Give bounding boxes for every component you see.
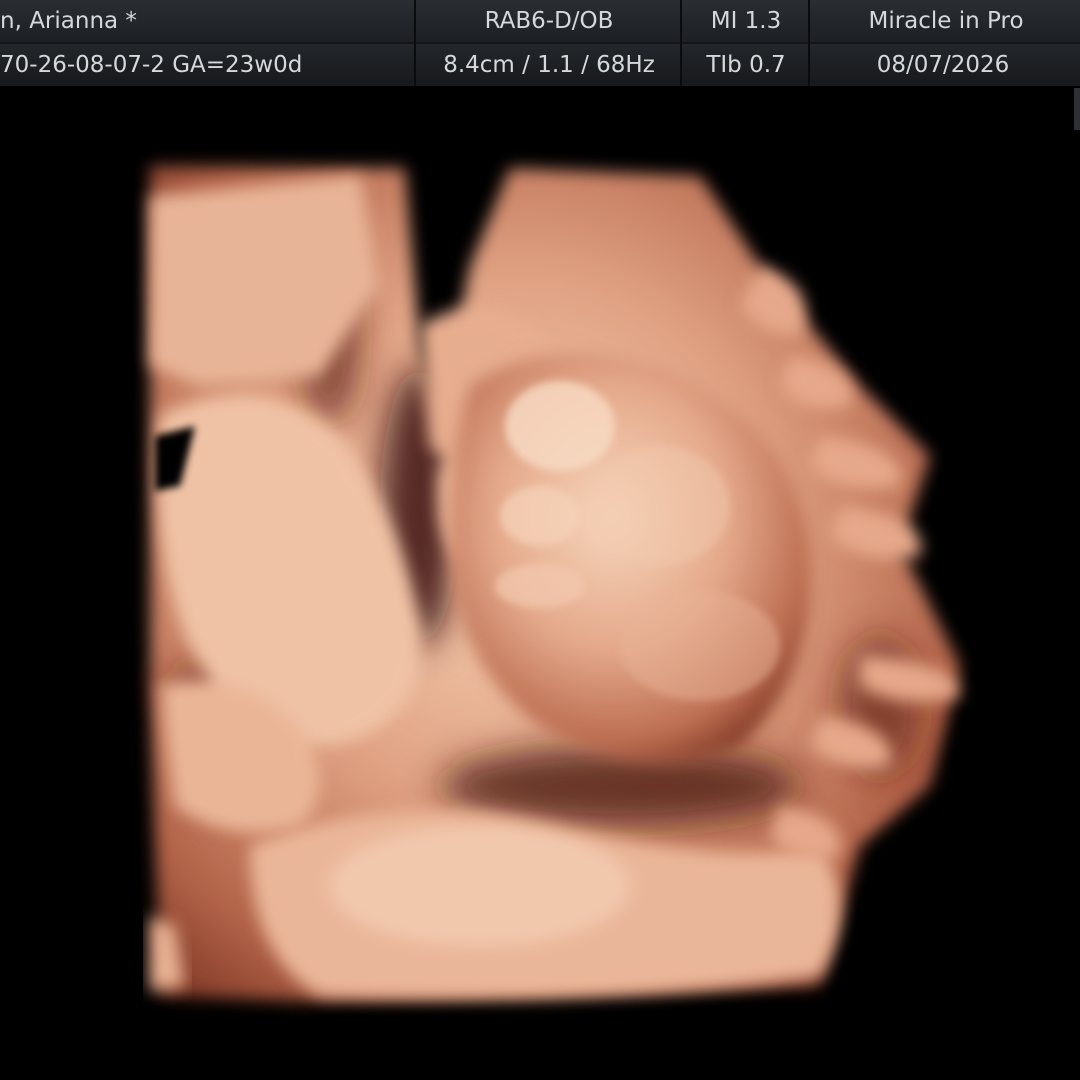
header-divider: [808, 0, 810, 86]
institution-name: Miracle in Pro: [868, 8, 1024, 34]
probe-preset: RAB6-D/OB: [484, 8, 614, 34]
3d-render-viewport: [0, 86, 1080, 1080]
ultrasound-screen: n, Arianna * RAB6-D/OB MI 1.3 Miracle in…: [0, 0, 1080, 1080]
header-row-bottom: 70-26-08-07-2 GA=23w0d 8.4cm / 1.1 / 68H…: [0, 44, 1080, 130]
thermal-index-bone: TIb 0.7: [706, 52, 786, 78]
ultrasound-info-header: n, Arianna * RAB6-D/OB MI 1.3 Miracle in…: [0, 0, 1080, 130]
patient-name: n, Arianna *: [0, 8, 137, 34]
header-divider: [414, 0, 416, 86]
exam-date: 08/07/2026: [876, 52, 1010, 78]
header-divider: [680, 0, 682, 86]
mechanical-index: MI 1.3: [710, 8, 782, 34]
depth-gain-framerate: 8.4cm / 1.1 / 68Hz: [443, 52, 655, 78]
patient-id-gestational-age: 70-26-08-07-2 GA=23w0d: [0, 52, 303, 78]
fetal-3d-surface-render: [150, 166, 960, 1001]
header-row-top: n, Arianna * RAB6-D/OB MI 1.3 Miracle in…: [0, 0, 1080, 42]
